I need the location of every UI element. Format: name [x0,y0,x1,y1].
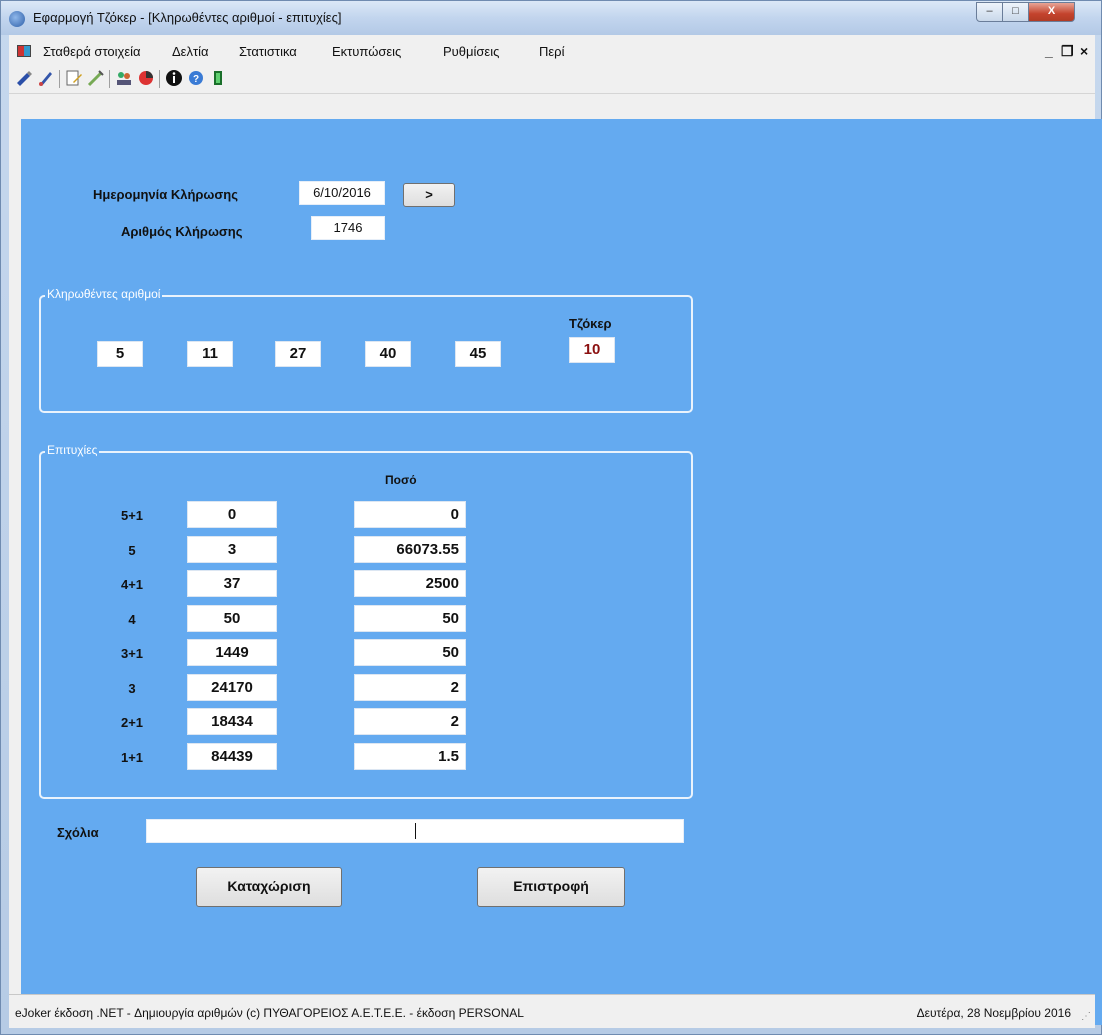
drawn-numbers-title: Κληρωθέντες αριθμοί [45,287,163,301]
amount-header: Ποσό [385,473,417,487]
drawn-number-field[interactable]: 11 [187,341,233,367]
drawn-number-field[interactable]: 40 [365,341,411,367]
draw-number-label: Αριθμός Κλήρωσης [121,224,243,239]
winners-count-field[interactable]: 24170 [187,673,277,701]
drawn-number-field[interactable]: 5 [97,341,143,367]
menu-prints[interactable]: Εκτυπώσεις [332,44,401,59]
submit-button[interactable]: Καταχώριση [196,867,342,907]
toolbar-separator [59,70,60,88]
winners-count-field[interactable]: 3 [187,535,277,563]
mdi-restore-button[interactable]: ❐ [1061,43,1074,60]
help-icon[interactable]: ? [187,69,205,87]
winners-count-field[interactable]: 84439 [187,742,277,770]
status-date-text: Δευτέρα, 28 Νοεμβρίου 2016 [916,1006,1071,1020]
win-amount-field[interactable]: 2 [354,708,466,735]
people-icon[interactable] [115,69,133,87]
title-bar[interactable]: Εφαρμογή Τζόκερ - [Κληρωθέντες αριθμοί -… [1,1,1101,35]
resize-grip-icon[interactable]: ⋰ [1081,1011,1091,1022]
maximize-button[interactable]: □ [1002,2,1029,22]
next-draw-button[interactable]: > [403,183,455,207]
winners-count-field[interactable]: 0 [187,501,277,528]
toolbar: ? [9,65,1095,94]
pen-icon[interactable] [15,69,33,87]
joker-number-field[interactable]: 10 [569,337,615,363]
app-icon [9,11,25,27]
menu-tickets[interactable]: Δελτία [172,44,209,59]
draw-number-field[interactable]: 1746 [311,216,385,240]
win-amount-field[interactable]: 2500 [354,570,466,597]
toolbar-separator [109,70,110,88]
win-category-label: 5 [128,542,136,558]
text-cursor [415,823,416,839]
close-button[interactable]: X [1028,2,1075,22]
win-amount-field[interactable]: 50 [354,639,466,666]
menu-about[interactable]: Περί [539,44,564,59]
info-icon[interactable] [165,69,183,87]
comments-input[interactable] [146,819,684,843]
draw-date-label: Ημερομηνία Κλήρωσης [93,187,239,202]
win-category-label: 2+1 [120,715,144,730]
minimize-button[interactable]: – [976,2,1003,22]
drawn-number-field[interactable]: 45 [455,341,501,367]
win-amount-field[interactable]: 2 [354,673,466,701]
win-category-label: 3 [128,680,136,696]
window-title: Εφαρμογή Τζόκερ - [Κληρωθέντες αριθμοί -… [33,10,342,25]
comments-label: Σχόλια [57,825,99,840]
win-category-label: 4 [128,611,136,627]
mdi-minimize-button[interactable]: _ [1045,43,1053,59]
chart-icon[interactable] [137,69,155,87]
draw-form: Ημερομηνία Κλήρωσης 6/10/2016 > Αριθμός … [21,119,1102,1025]
svg-text:?: ? [193,74,199,85]
win-amount-field[interactable]: 1.5 [354,742,466,770]
winners-count-field[interactable]: 50 [187,604,277,632]
menu-fixed-data[interactable]: Σταθερά στοιχεία [43,44,141,59]
win-amount-field[interactable]: 66073.55 [354,535,466,563]
back-button[interactable]: Επιστροφή [477,867,625,907]
winners-count-field[interactable]: 37 [187,570,277,597]
wins-title: Επιτυχίες [45,443,100,457]
client-area: Σταθερά στοιχεία Δελτία Στατιστικα Εκτυπ… [9,35,1102,1028]
menu-statistics[interactable]: Στατιστικα [239,44,297,59]
status-version-text: eJoker έκδοση .NET - Δημιουργία αριθμών … [15,1006,524,1020]
menu-settings[interactable]: Ρυθμίσεις [443,44,499,59]
joker-label: Τζόκερ [569,316,612,331]
exit-icon[interactable] [209,69,227,87]
win-amount-field[interactable]: 0 [354,501,466,528]
toolbar-separator [159,70,160,88]
brush-icon[interactable] [87,69,105,87]
drawn-number-field[interactable]: 27 [275,341,321,367]
win-category-label: 1+1 [120,749,144,765]
pencil-icon[interactable] [37,69,55,87]
winners-count-field[interactable]: 18434 [187,708,277,735]
win-amount-field[interactable]: 50 [354,604,466,632]
status-bar: eJoker έκδοση .NET - Δημιουργία αριθμών … [9,994,1095,1027]
win-category-label: 3+1 [120,646,144,661]
win-category-label: 4+1 [120,577,144,592]
mdi-child-icon[interactable] [17,45,31,57]
win-category-label: 5+1 [120,508,144,523]
app-window: Εφαρμογή Τζόκερ - [Κληρωθέντες αριθμοί -… [0,0,1102,1035]
draw-date-field[interactable]: 6/10/2016 [299,181,385,205]
winners-count-field[interactable]: 1449 [187,639,277,666]
edit-icon[interactable] [65,69,83,87]
mdi-close-button[interactable]: × [1080,43,1088,59]
menu-bar: Σταθερά στοιχεία Δελτία Στατιστικα Εκτυπ… [9,35,1095,65]
